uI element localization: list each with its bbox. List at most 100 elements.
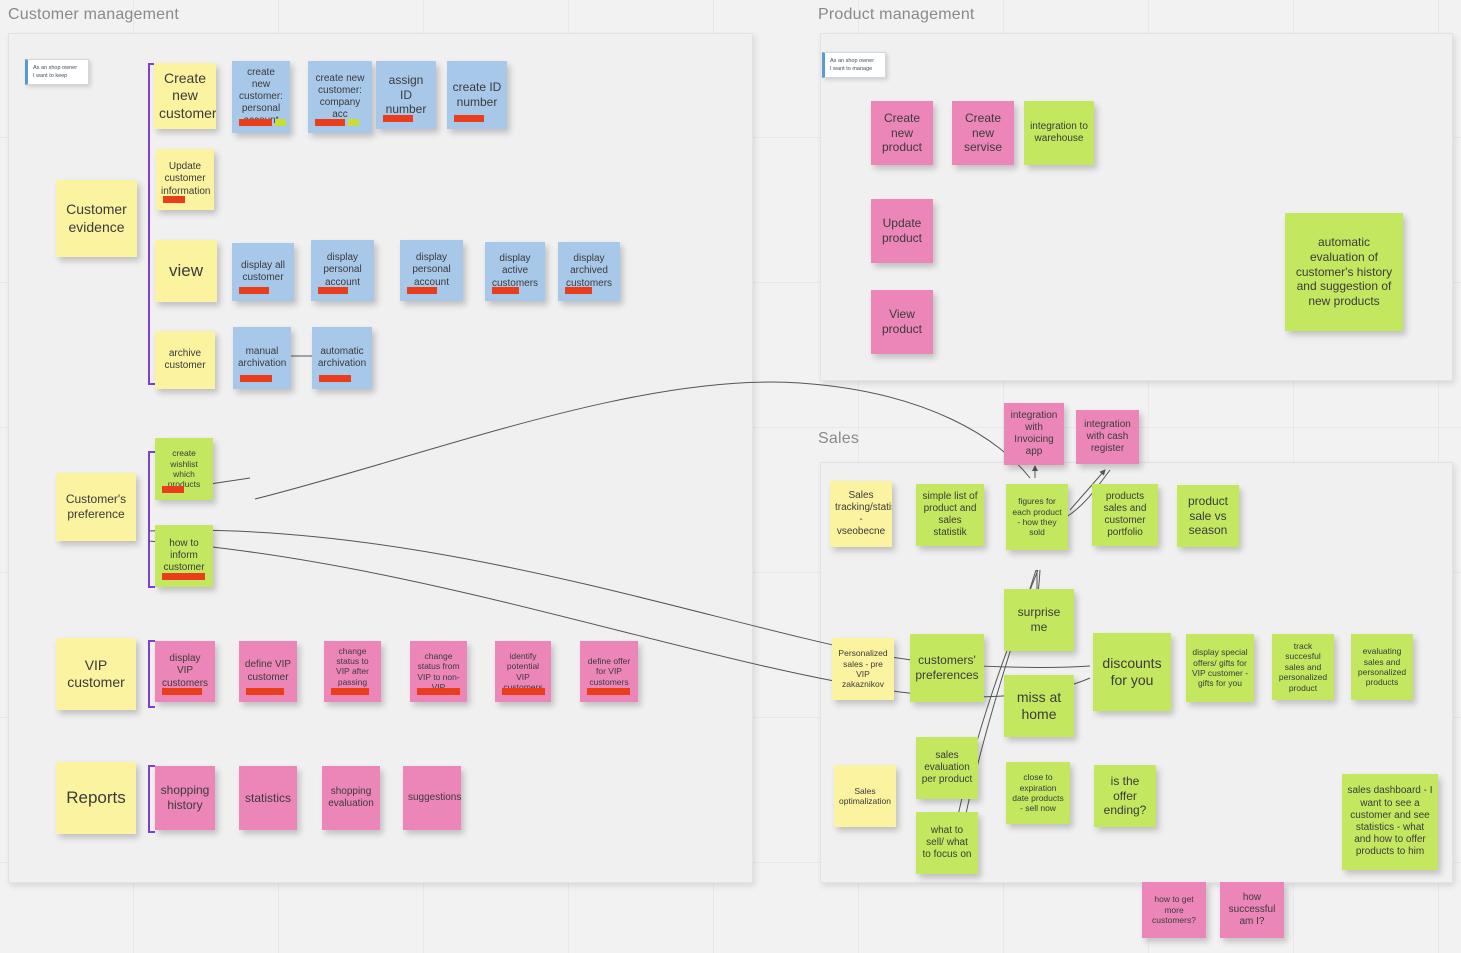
note-create-new-product[interactable]: Create new product <box>871 101 933 165</box>
note-display-personal-account-1[interactable]: display personal account <box>311 240 374 301</box>
note-update-product[interactable]: Update product <box>871 199 933 263</box>
note-label: Sales tracking/statistic - vseobecne <box>835 489 892 538</box>
note-display-special-offers-vip[interactable]: display special offers/ gifts for VIP cu… <box>1186 634 1254 702</box>
note-label: Customer's preference <box>65 492 127 521</box>
note-simple-list-product-sales[interactable]: simple list of product and sales statist… <box>916 484 984 546</box>
note-define-offer-for-vip[interactable]: define offer for VIP customers <box>580 641 638 702</box>
note-label: suggestions <box>408 791 461 803</box>
note-shopping-history[interactable]: shopping history <box>155 766 215 830</box>
note-products-sales-portfolio[interactable]: products sales and customer portfolio <box>1092 484 1158 546</box>
note-change-status-to-vip[interactable]: change status to VIP after passing condi… <box>324 641 381 702</box>
note-automatic-evaluation[interactable]: automatic evaluation of customer's histo… <box>1285 213 1403 331</box>
note-what-to-sell-focus-on[interactable]: what to sell/ what to focus on <box>916 812 978 874</box>
note-label: is the offer ending? <box>1103 774 1147 818</box>
bracket-vip-customer <box>148 640 155 708</box>
note-identify-potential-vip[interactable]: identify potential VIP customers <box>495 641 551 702</box>
note-integration-invoicing-app[interactable]: integration with Invoicing app <box>1004 403 1064 465</box>
note-label: integration to warehouse <box>1030 120 1088 144</box>
note-label: track succesful sales and personalized p… <box>1278 641 1328 693</box>
note-automatic-archivation[interactable]: automatic archivation <box>312 327 372 389</box>
note-label: what to sell/ what to focus on <box>922 824 972 861</box>
note-define-vip-customer[interactable]: define VIP customer <box>239 641 297 702</box>
note-close-to-expiration[interactable]: close to expiration date products - sell… <box>1006 762 1070 824</box>
note-figures-for-each-product[interactable]: figures for each product - how they sold <box>1006 484 1068 550</box>
user-story-card-product[interactable]: As an shop owner I want to manage <box>822 52 886 78</box>
note-evaluating-sales-personalized[interactable]: evaluating sales and personalized produc… <box>1351 634 1413 700</box>
note-label: create wishlist which products <box>167 448 201 490</box>
note-personalized-sales-vip[interactable]: Personalized sales - pre VIP zakaznikov <box>832 638 894 700</box>
note-how-to-get-more-customers[interactable]: how to get more customers? <box>1142 882 1206 938</box>
note-product-sale-vs-season[interactable]: product sale vs season <box>1177 485 1239 547</box>
note-epic-vip-customer[interactable]: VIP customer <box>56 638 136 710</box>
note-statistics[interactable]: statistics <box>239 766 297 830</box>
frame-title-product-management: Product management <box>818 6 975 23</box>
note-surprise-me[interactable]: surprise me <box>1004 589 1074 651</box>
note-display-all-customer[interactable]: display all customer <box>232 243 294 301</box>
note-miss-at-home[interactable]: miss at home <box>1004 675 1074 737</box>
user-story-card-customer[interactable]: As an shop owner I want to keep <box>25 59 89 85</box>
note-activity-archive-customer[interactable]: archive customer <box>155 331 215 389</box>
note-assign-id-number[interactable]: assign ID number <box>376 61 436 129</box>
note-label: Create new servise <box>963 111 1002 155</box>
note-label: discounts for you <box>1102 654 1162 688</box>
note-sales-optimalization[interactable]: Sales optimalization <box>834 765 896 827</box>
note-is-the-offer-ending[interactable]: is the offer ending? <box>1094 765 1156 827</box>
note-label: display VIP customers <box>161 653 209 689</box>
note-epic-customers-preference[interactable]: Customer's preference <box>56 473 136 541</box>
note-label: change status from VIP to non-VIP <box>417 650 460 692</box>
note-label: View product <box>881 307 923 336</box>
note-how-successful-am-i[interactable]: how successful am I? <box>1220 882 1284 938</box>
note-create-new-customer[interactable]: Create new customer <box>154 63 216 129</box>
note-integration-cash-register[interactable]: integration with cash register <box>1076 410 1139 464</box>
bracket-customer-preference <box>148 451 155 588</box>
note-label: Reports <box>66 787 126 807</box>
frame-title-sales: Sales <box>818 430 860 447</box>
note-activity-view[interactable]: view <box>155 240 217 302</box>
note-label: customers' preferences <box>915 653 979 682</box>
note-epic-reports[interactable]: Reports <box>56 762 136 834</box>
note-label: define VIP customer <box>244 659 292 683</box>
note-integration-to-warehouse[interactable]: integration to warehouse <box>1024 101 1094 165</box>
note-how-to-inform-customer[interactable]: how to inform customer <box>155 525 213 587</box>
note-label: Create new product <box>881 111 923 155</box>
note-label: create ID number <box>452 80 502 109</box>
note-sales-tracking-statistic[interactable]: Sales tracking/statistic - vseobecne <box>830 481 892 547</box>
note-epic-customer-evidence[interactable]: Customer evidence <box>56 180 137 257</box>
note-sales-evaluation-per-product[interactable]: sales evaluation per product <box>916 737 978 799</box>
note-label: automatic evaluation of customer's histo… <box>1295 235 1393 308</box>
user-story-line2: I want to keep <box>33 72 68 79</box>
note-label: view <box>168 260 203 280</box>
note-display-active-customers[interactable]: display active customers <box>485 242 545 301</box>
note-view-product[interactable]: View product <box>871 290 933 354</box>
frame-customer-management[interactable] <box>8 33 753 883</box>
note-create-new-servise[interactable]: Create new servise <box>952 101 1014 165</box>
note-customers-preferences[interactable]: customers' preferences <box>910 634 984 702</box>
note-sales-dashboard[interactable]: sales dashboard - I want to see a custom… <box>1342 774 1438 870</box>
note-label: Sales optimalization <box>839 785 891 806</box>
bracket-customer-evidence <box>148 63 155 385</box>
note-shopping-evaluation[interactable]: shopping evaluation <box>322 766 380 830</box>
note-change-status-from-vip[interactable]: change status from VIP to non-VIP <box>410 641 467 702</box>
note-label: assign ID number <box>385 73 427 117</box>
note-display-personal-account-2[interactable]: display personal account <box>400 240 463 301</box>
note-label: VIP customer <box>67 656 125 690</box>
note-label: miss at home <box>1016 688 1062 722</box>
note-track-successful-sales[interactable]: track succesful sales and personalized p… <box>1272 634 1334 700</box>
note-label: Update customer information <box>161 161 211 197</box>
note-suggestions[interactable]: suggestions <box>403 766 461 830</box>
note-label: integration with Invoicing app <box>1010 409 1058 458</box>
note-create-wishlist[interactable]: create wishlist which products <box>155 438 213 500</box>
note-update-customer-information[interactable]: Update customer information <box>156 149 214 210</box>
note-label: archive customer <box>164 347 206 371</box>
note-label: surprise me <box>1017 605 1061 634</box>
note-label: Customer evidence <box>66 201 127 235</box>
note-create-new-customer-personal[interactable]: create new customer: personal account <box>232 61 290 133</box>
note-label: Update product <box>881 216 923 245</box>
note-label: product sale vs season <box>1187 494 1229 538</box>
note-display-vip-customers[interactable]: display VIP customers <box>155 641 215 702</box>
note-manual-archivation[interactable]: manual archivation <box>233 327 291 389</box>
note-create-id-number[interactable]: create ID number <box>447 61 507 129</box>
note-discounts-for-you[interactable]: discounts for you <box>1093 633 1171 711</box>
note-create-new-customer-company[interactable]: create new customer: company acc <box>308 61 372 133</box>
note-display-archived-customers[interactable]: display archived customers <box>558 242 620 301</box>
